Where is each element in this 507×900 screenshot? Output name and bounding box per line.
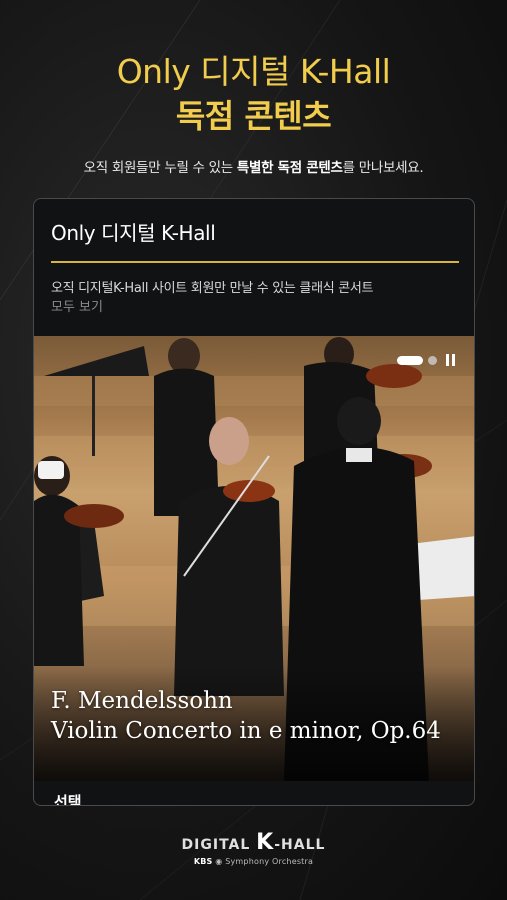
orchestra-label: Symphony Orchestra [225,857,314,866]
logo-subtitle: KBS ◉ Symphony Orchestra [0,857,507,866]
logo-digital: DIGITAL [181,837,251,853]
video-caption: F. Mendelssohn Violin Concerto in e mino… [51,686,441,746]
card-divider [51,261,459,263]
logo-wordmark: DIGITAL K-HALL [0,830,507,855]
hero-title-line2: 독점 콘텐츠 [175,97,332,135]
hero-subtitle-post: 를 만나보세요. [342,160,424,176]
card-description: 오직 디지털K-Hall 사이트 회원만 만날 수 있는 클래식 콘서트 [51,281,374,296]
card-title: Only 디지털 K-Hall [51,221,216,245]
hero-subtitle-pre: 오직 회원들만 누릴 수 있는 [83,160,237,176]
concert-video-slide[interactable]: F. Mendelssohn Violin Concerto in e mino… [34,336,474,781]
logo-hall: -HALL [274,837,326,853]
composer-name: F. Mendelssohn [51,688,233,714]
logo-k: K [256,830,275,855]
pause-icon[interactable] [446,354,458,366]
card-bottom-label: 선택 [54,793,82,806]
hero-title-line1: Only 디지털 K-Hall [116,52,391,91]
hero-subtitle: 오직 회원들만 누릴 수 있는 특별한 독점 콘텐츠를 만나보세요. [0,156,507,176]
hero-title: Only 디지털 K-Hall 독점 콘텐츠 [0,50,507,138]
view-all-link[interactable]: 모두 보기 [51,296,103,315]
kbs-label: KBS [193,857,213,866]
exclusive-content-card: Only 디지털 K-Hall 오직 디지털K-Hall 사이트 회원만 만날 … [33,198,475,806]
kbs-icon: ◉ [215,857,223,866]
slider-indicator [397,354,458,366]
piece-title: Violin Concerto in e minor, Op.64 [51,718,441,744]
digital-k-hall-logo: DIGITAL K-HALL KBS ◉ Symphony Orchestra [0,830,507,866]
slide-dot-active[interactable] [397,355,423,365]
slide-dot[interactable] [428,355,437,365]
hero-subtitle-bold: 특별한 독점 콘텐츠 [236,160,343,176]
